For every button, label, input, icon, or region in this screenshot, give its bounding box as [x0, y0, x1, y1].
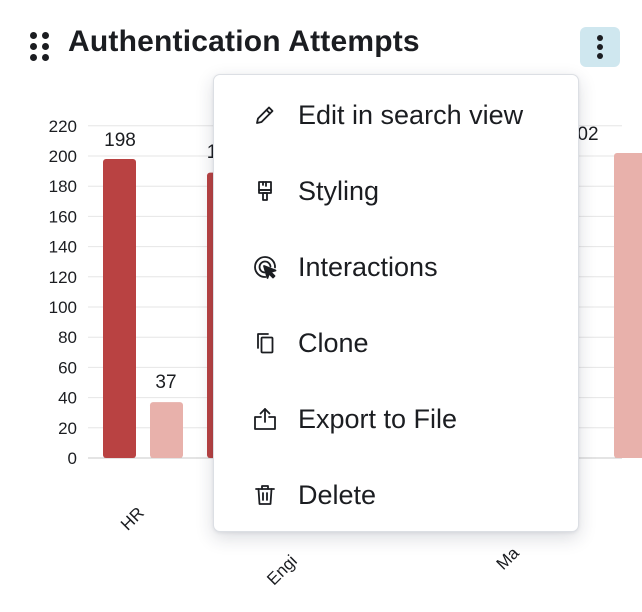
- chart-bar: [150, 402, 183, 458]
- upload-icon: [252, 406, 278, 432]
- x-tick-label: Ma: [493, 543, 524, 574]
- dashboard-widget: Authentication Attempts 0 20 40 60 80 100 120 1…: [0, 0, 642, 612]
- menu-item-label: Edit in search view: [298, 99, 524, 130]
- menu-item-styling[interactable]: Styling: [214, 153, 578, 229]
- y-tick-label: 60: [58, 358, 77, 377]
- drag-handle-icon[interactable]: [28, 30, 52, 62]
- y-tick-label: 20: [58, 419, 77, 438]
- x-tick-label: HR: [117, 503, 148, 534]
- menu-item-label: Styling: [298, 175, 380, 206]
- kebab-menu-icon: [597, 35, 603, 41]
- copy-icon: [252, 330, 278, 356]
- y-tick-label: 120: [49, 268, 77, 287]
- x-tick-label: Engi: [263, 551, 300, 588]
- y-tick-label: 0: [68, 449, 77, 468]
- y-tick-label: 40: [58, 389, 77, 408]
- paintbrush-icon: [252, 178, 278, 204]
- bar-data-label: 02: [577, 124, 598, 145]
- widget-actions-menu: Edit in search view Styling Interactions…: [213, 74, 579, 532]
- y-tick-label: 220: [49, 117, 77, 136]
- bar-data-label: 198: [104, 130, 136, 151]
- menu-item-label: Interactions: [298, 251, 438, 282]
- trash-icon: [252, 482, 278, 508]
- pencil-icon: [252, 102, 278, 128]
- menu-item-label: Clone: [298, 327, 369, 358]
- menu-item-interactions[interactable]: Interactions: [214, 229, 578, 305]
- menu-item-export-to-file[interactable]: Export to File: [214, 381, 578, 457]
- bar-data-label: 37: [155, 372, 176, 393]
- chart-bar: [103, 159, 136, 458]
- y-tick-label: 100: [49, 298, 77, 317]
- y-tick-label: 200: [49, 147, 77, 166]
- menu-item-clone[interactable]: Clone: [214, 305, 578, 381]
- widget-menu-button[interactable]: [580, 27, 620, 67]
- menu-item-delete[interactable]: Delete: [214, 457, 578, 533]
- menu-item-edit-in-search-view[interactable]: Edit in search view: [214, 77, 578, 153]
- widget-title: Authentication Attempts: [68, 25, 420, 58]
- y-tick-label: 160: [49, 207, 77, 226]
- chart-bar: [614, 152, 642, 458]
- y-tick-label: 140: [49, 238, 77, 257]
- y-tick-label: 80: [58, 328, 77, 347]
- y-tick-label: 180: [49, 177, 77, 196]
- menu-item-label: Export to File: [298, 403, 458, 434]
- menu-item-label: Delete: [298, 479, 377, 510]
- cursor-click-icon: [252, 254, 278, 280]
